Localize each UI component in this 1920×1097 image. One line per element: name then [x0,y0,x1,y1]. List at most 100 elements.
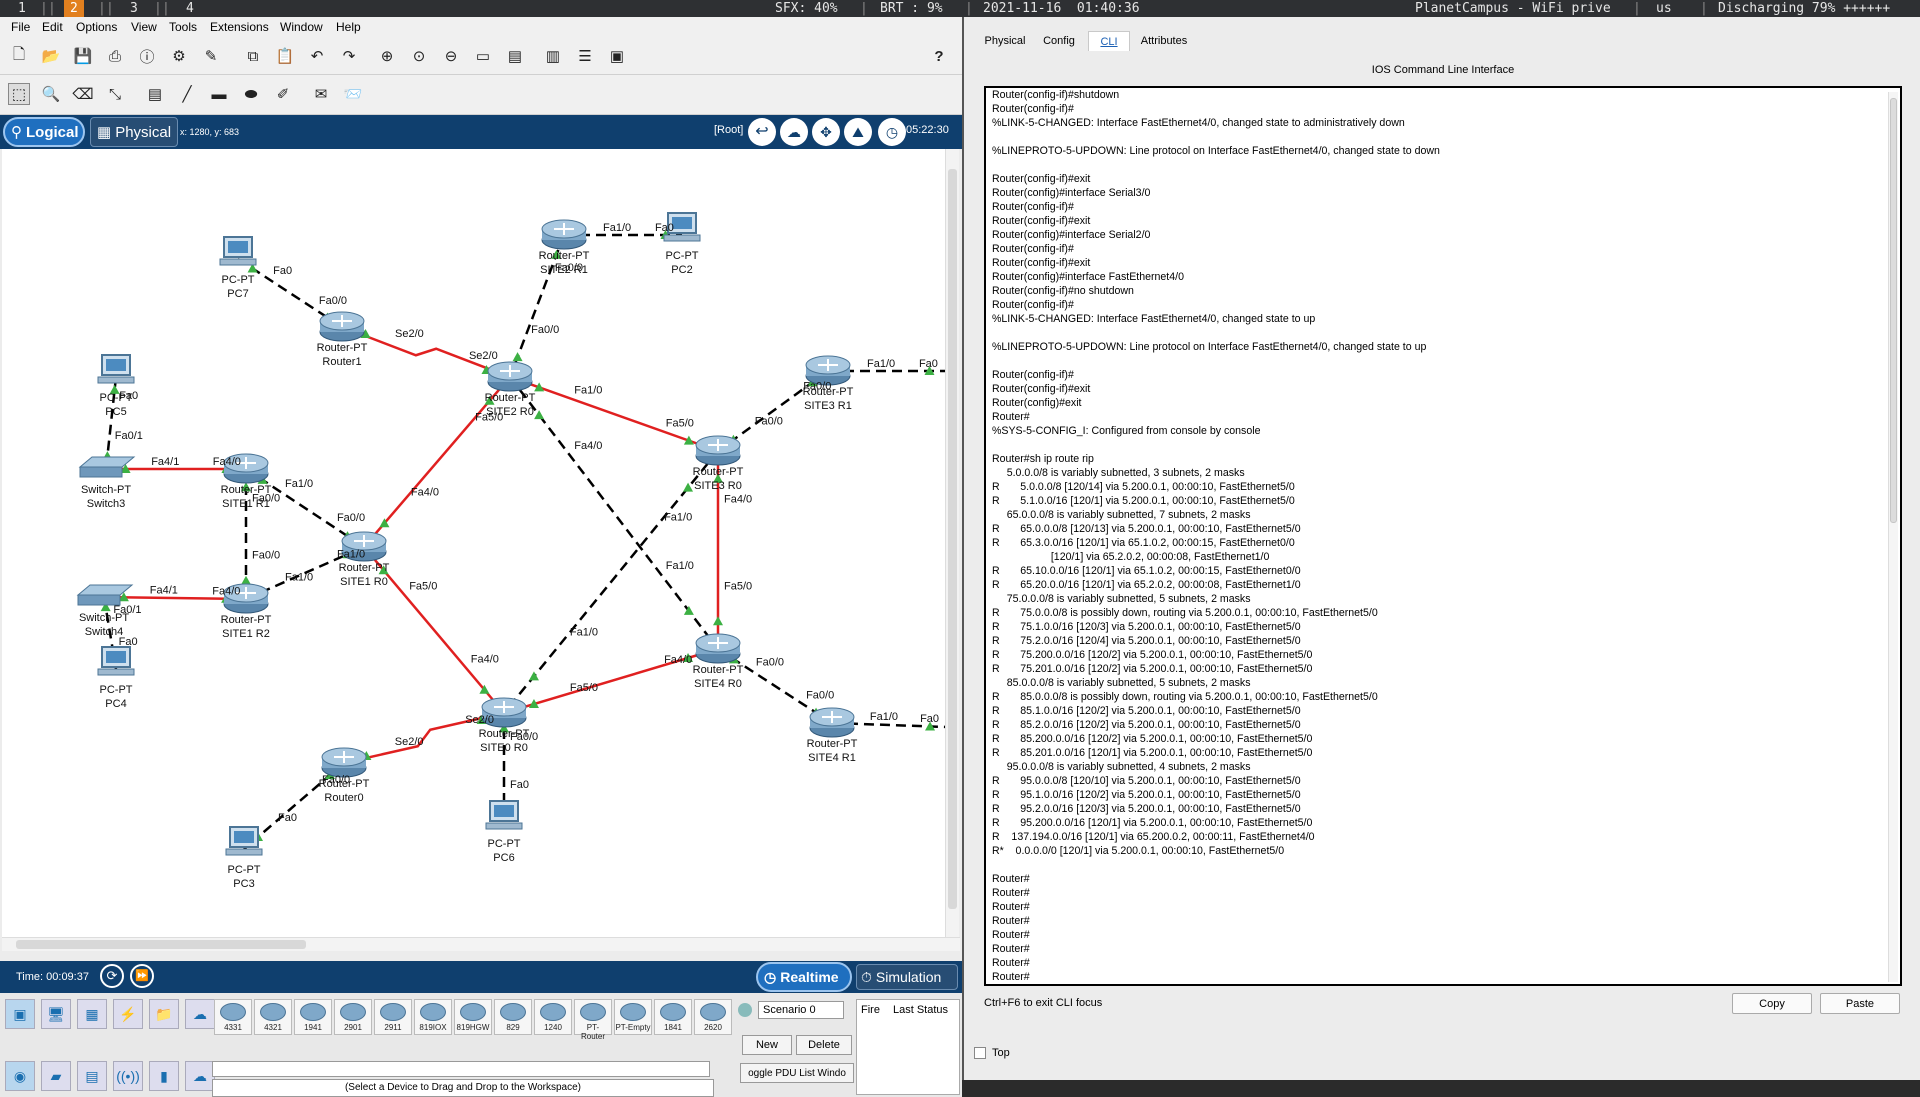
menu-window[interactable]: Window [280,20,323,34]
back-icon[interactable]: ↩ [748,118,776,146]
subcategory-hubs[interactable]: ▤ [77,1061,107,1091]
inspect-icon[interactable]: 🔍 [40,83,62,105]
menu-extensions[interactable]: Extensions [210,20,269,34]
rectangle-icon[interactable]: ▬ [208,83,230,105]
menu-tools[interactable]: Tools [169,20,197,34]
device-model-2901[interactable]: 2901 [334,999,372,1035]
copy-icon[interactable]: ⧉ [242,45,264,67]
tab-physical[interactable]: Physical [980,31,1030,51]
top-checkbox[interactable] [974,1047,986,1059]
drawing-palette-icon[interactable]: ▭ [472,45,494,67]
device-site3r0[interactable]: Router-PT SITE3 R0 [693,435,744,492]
copy-button[interactable]: Copy [1732,993,1812,1014]
line-icon[interactable]: ╱ [176,83,198,105]
workspace-4[interactable]: 4 [180,0,200,17]
delete-icon[interactable]: ⌫ [72,83,94,105]
info-icon[interactable]: ⓘ [136,45,158,67]
activity-wizard-icon[interactable]: ✎ [200,45,222,67]
device-model-pt-empty[interactable]: PT-Empty [614,999,652,1035]
scenario-select[interactable]: Scenario 0 [758,1001,844,1019]
device-model-819iox[interactable]: 819IOX [414,999,452,1035]
move-icon[interactable]: ✥ [812,118,840,146]
device-model-2911[interactable]: 2911 [374,999,412,1035]
help-icon[interactable]: ? [928,45,950,67]
subcategory-wireless[interactable]: ((•)) [113,1061,143,1091]
delete-scenario-button[interactable]: Delete [796,1035,852,1055]
device-model-2620[interactable]: 2620 [694,999,732,1035]
fast-forward-icon[interactable]: ⏩ [130,964,154,988]
subcategory-wan-emulation[interactable]: ☁ [185,1061,215,1091]
tab-attributes[interactable]: Attributes [1134,31,1194,51]
save-icon[interactable]: 💾 [72,45,94,67]
menu-view[interactable]: View [131,20,157,34]
tab-config[interactable]: Config [1036,31,1082,51]
new-icon[interactable]: 🗋 [8,45,30,67]
logical-workspace[interactable]: PC-PT PC7 Router-PT Router1 Router-PT SITE2 R… [2,149,958,937]
freeform-icon[interactable]: ✐ [272,83,294,105]
workspace-vertical-scrollbar[interactable] [945,149,959,937]
paste-icon[interactable]: 📋 [274,45,296,67]
background-icon[interactable]: ⛰ [844,118,872,146]
clock-icon[interactable]: ◷ [878,118,906,146]
device-model-829[interactable]: 829 [494,999,532,1035]
simple-pdu-icon[interactable]: ✉ [310,83,332,105]
physical-mode-button[interactable]: ▦ Physical [90,117,178,147]
workspace-horizontal-scrollbar[interactable] [2,937,960,951]
device-model-1841[interactable]: 1841 [654,999,692,1035]
logical-mode-button[interactable]: ⚲ Logical [3,117,85,147]
menu-edit[interactable]: Edit [42,20,63,34]
device-model-1941[interactable]: 1941 [294,999,332,1035]
device-pc6[interactable]: PC-PT PC6 [485,800,523,864]
cluster-icon[interactable]: ☰ [574,45,596,67]
network-wizard-icon[interactable]: ⚙ [168,45,190,67]
category-multiuser[interactable]: ☁ [185,999,215,1029]
toggle-pdu-list-button[interactable]: oggle PDU List Windo [740,1063,854,1083]
screenshot-icon[interactable]: ▣ [606,45,628,67]
device-palette-scrollbar[interactable] [212,1061,710,1077]
zoom-in-icon[interactable]: ⊕ [376,45,398,67]
menu-options[interactable]: Options [76,20,117,34]
cli-terminal[interactable]: Router(config-if)#shutdown Router(config-… [984,86,1902,986]
zoom-reset-icon[interactable]: ⊙ [408,45,430,67]
resize-icon[interactable]: ⤡ [104,83,126,105]
workspace-1[interactable]: 1 [12,0,32,17]
redo-icon[interactable]: ↷ [338,45,360,67]
device-pc4[interactable]: PC-PT PC4 [97,646,135,710]
device-site0r0[interactable]: Router-PTSITE0 R0 [479,697,530,754]
cluster-nav-icon[interactable]: ☁ [780,118,808,146]
new-scenario-button[interactable]: New [742,1035,792,1055]
device-model-819hgw[interactable]: 819HGW [454,999,492,1035]
device-site2r0[interactable]: Router-PTSITE2 R0 [485,361,536,418]
select-icon[interactable]: ⬚ [8,83,30,105]
subcategory-routers[interactable]: ◉ [5,1061,35,1091]
open-icon[interactable]: 📂 [40,45,62,67]
custom-device-icon[interactable]: ▤ [504,45,526,67]
complex-pdu-icon[interactable]: 📨 [342,83,364,105]
realtime-mode-button[interactable]: ◷ Realtime [756,962,852,992]
power-cycle-icon[interactable]: ⟳ [100,964,124,988]
print-icon[interactable]: ⎙ [104,45,126,67]
category-network-devices[interactable]: ▣ [5,999,35,1029]
device-model-4331[interactable]: 4331 [214,999,252,1035]
cli-scrollbar[interactable] [1888,92,1898,982]
zoom-out-icon[interactable]: ⊖ [440,45,462,67]
subcategory-switches[interactable]: ▰ [41,1061,71,1091]
view-icon[interactable]: ▥ [542,45,564,67]
menu-help[interactable]: Help [336,20,361,34]
device-router1[interactable]: Router-PT Router1 [317,311,368,368]
device-site4r1[interactable]: Router-PT SITE4 R1 [807,707,858,764]
device-model-4321[interactable]: 4321 [254,999,292,1035]
tab-cli[interactable]: CLI [1088,31,1130,51]
subcategory-security[interactable]: ▮ [149,1061,179,1091]
workspace-2[interactable]: 2 [64,0,84,17]
device-model-pt-router[interactable]: PT-Router [574,999,612,1041]
ellipse-icon[interactable]: ⬬ [240,83,262,105]
category-misc[interactable]: 📁 [149,999,179,1029]
device-pc3[interactable]: PC-PT PC3 [225,826,263,890]
simulation-mode-button[interactable]: ⏱ Simulation [856,964,958,990]
paste-button[interactable]: Paste [1820,993,1900,1014]
note-icon[interactable]: ▤ [144,83,166,105]
category-connections[interactable]: ⚡ [113,999,143,1029]
device-model-1240[interactable]: 1240 [534,999,572,1035]
category-components[interactable]: ▦ [77,999,107,1029]
